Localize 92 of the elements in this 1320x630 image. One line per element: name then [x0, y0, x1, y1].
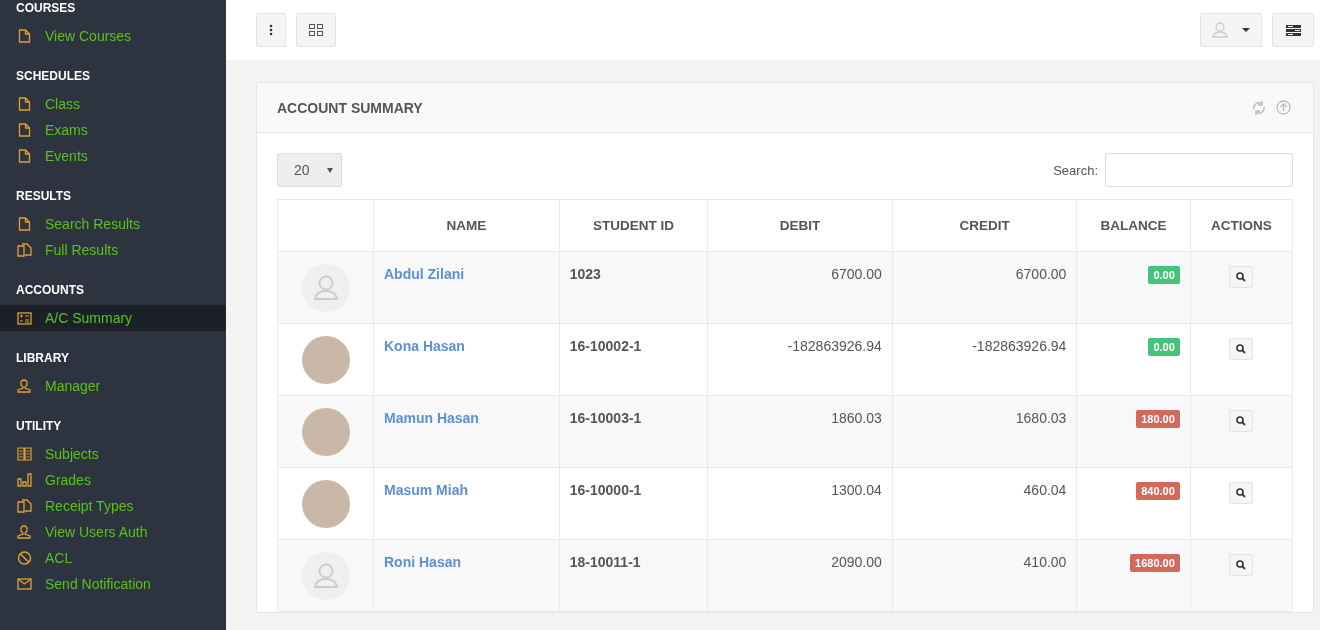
sidebar-item[interactable]: Send Notification: [0, 571, 226, 597]
search-label: Search:: [1053, 162, 1098, 178]
grid-button[interactable]: [296, 13, 336, 47]
document-icon: [17, 217, 32, 231]
document-icon: [17, 123, 32, 137]
sidebar-item[interactable]: Receipt Types: [0, 493, 226, 519]
avatar-placeholder-icon: [301, 552, 350, 600]
column-header: BALANCE: [1076, 199, 1191, 252]
search-icon: [1236, 560, 1247, 570]
user-icon: [1212, 22, 1228, 38]
student-name-link[interactable]: Roni Hasan: [384, 554, 461, 570]
view-button[interactable]: [1229, 482, 1254, 504]
page-size-select[interactable]: 20: [277, 153, 342, 187]
sidebar-item[interactable]: Class: [0, 91, 226, 117]
column-header: ACTIONS: [1190, 199, 1293, 252]
sidebar-item[interactable]: Subjects: [0, 441, 226, 467]
sidebar-heading: LIBRARY: [15, 350, 70, 367]
sidebar-heading: RESULTS: [15, 188, 73, 205]
document-icon: [17, 149, 32, 163]
documents-icon: [17, 243, 32, 257]
sidebar-item[interactable]: A/C Summary: [0, 305, 226, 331]
photo-placeholder: [301, 336, 350, 384]
balance-badge: 1680.00: [1130, 554, 1180, 572]
table-cell: 16-10000-1: [559, 467, 708, 540]
bar-chart-icon: [17, 473, 32, 487]
table-cell: 16-10003-1: [559, 395, 708, 468]
search-icon: [1236, 488, 1247, 498]
caret-icon: [1242, 28, 1250, 32]
user-icon: [17, 525, 32, 539]
view-button[interactable]: [1229, 338, 1254, 360]
sidebar-heading: ACCOUNTS: [15, 282, 85, 299]
table-cell: 6700.00: [707, 251, 893, 324]
photo-placeholder: [301, 408, 350, 456]
table-cell: 1680.03: [892, 395, 1077, 468]
sidebar-heading: SCHEDULES: [15, 68, 91, 85]
table-cell: 6700.00: [892, 251, 1077, 324]
table-cell: 16-10002-1: [559, 323, 708, 396]
sidebar-item[interactable]: Manager: [0, 373, 226, 399]
column-header: NAME: [373, 199, 560, 252]
search-icon: [1236, 272, 1247, 282]
sidebar-item[interactable]: View Users Auth: [0, 519, 226, 545]
sidebar-item[interactable]: Grades: [0, 467, 226, 493]
student-name-link[interactable]: Masum Miah: [384, 482, 468, 498]
search-icon: [1236, 416, 1247, 426]
table-cell: 1300.04: [707, 467, 893, 540]
book-icon: [17, 447, 32, 461]
table-cell: -182863926.94: [707, 323, 893, 396]
caret-icon: [327, 167, 333, 173]
balance-badge: 840.00: [1136, 482, 1180, 500]
column-header: CREDIT: [892, 199, 1077, 252]
balance-badge: 0.00: [1148, 338, 1180, 356]
table-cell: 18-10011-1: [559, 539, 708, 612]
sidebar-item[interactable]: ACL: [0, 545, 226, 571]
list-icon: [1285, 24, 1301, 36]
view-button[interactable]: [1229, 410, 1254, 432]
ban-icon: [17, 551, 32, 565]
sidebar-item[interactable]: Events: [0, 143, 226, 169]
sidebar-heading: COURSES: [15, 0, 77, 17]
table-cell: 1023: [559, 251, 708, 324]
sidebar-item[interactable]: View Courses: [0, 23, 226, 49]
student-name-link[interactable]: Mamun Hasan: [384, 410, 479, 426]
view-button[interactable]: [1229, 266, 1254, 288]
photo-placeholder: [301, 480, 350, 528]
column-header: DEBIT: [707, 199, 893, 252]
document-icon: [17, 29, 32, 43]
calculator-icon: [17, 311, 32, 325]
table-cell: 1860.03: [707, 395, 893, 468]
search-icon: [1236, 344, 1247, 354]
user-icon: [17, 379, 32, 393]
sidebar-heading: UTILITY: [15, 418, 63, 435]
view-button[interactable]: [1229, 554, 1254, 576]
balance-badge: 180.00: [1136, 410, 1180, 428]
avatar-placeholder-icon: [301, 264, 350, 312]
balance-badge: 0.00: [1148, 266, 1180, 284]
sidebar-item[interactable]: Exams: [0, 117, 226, 143]
column-header: STUDENT ID: [559, 199, 708, 252]
search-field[interactable]: [1105, 153, 1293, 187]
table-cell: 2090.00: [707, 539, 893, 612]
student-name-link[interactable]: Kona Hasan: [384, 338, 465, 354]
table-cell: -182863926.94: [892, 323, 1077, 396]
side-panel-button[interactable]: [1272, 13, 1314, 47]
documents-icon: [17, 499, 32, 513]
student-name-link[interactable]: Abdul Zilani: [384, 266, 465, 282]
sidebar-item[interactable]: Search Results: [0, 211, 226, 237]
table-cell: 410.00: [892, 539, 1077, 612]
kebab-icon: [269, 24, 273, 36]
sidebar-item[interactable]: Full Results: [0, 237, 226, 263]
document-icon: [17, 97, 32, 111]
grid-icon: [309, 24, 323, 36]
panel-title: ACCOUNT SUMMARY: [277, 99, 424, 116]
table-cell: 460.04: [892, 467, 1077, 540]
envelope-icon: [17, 578, 32, 590]
